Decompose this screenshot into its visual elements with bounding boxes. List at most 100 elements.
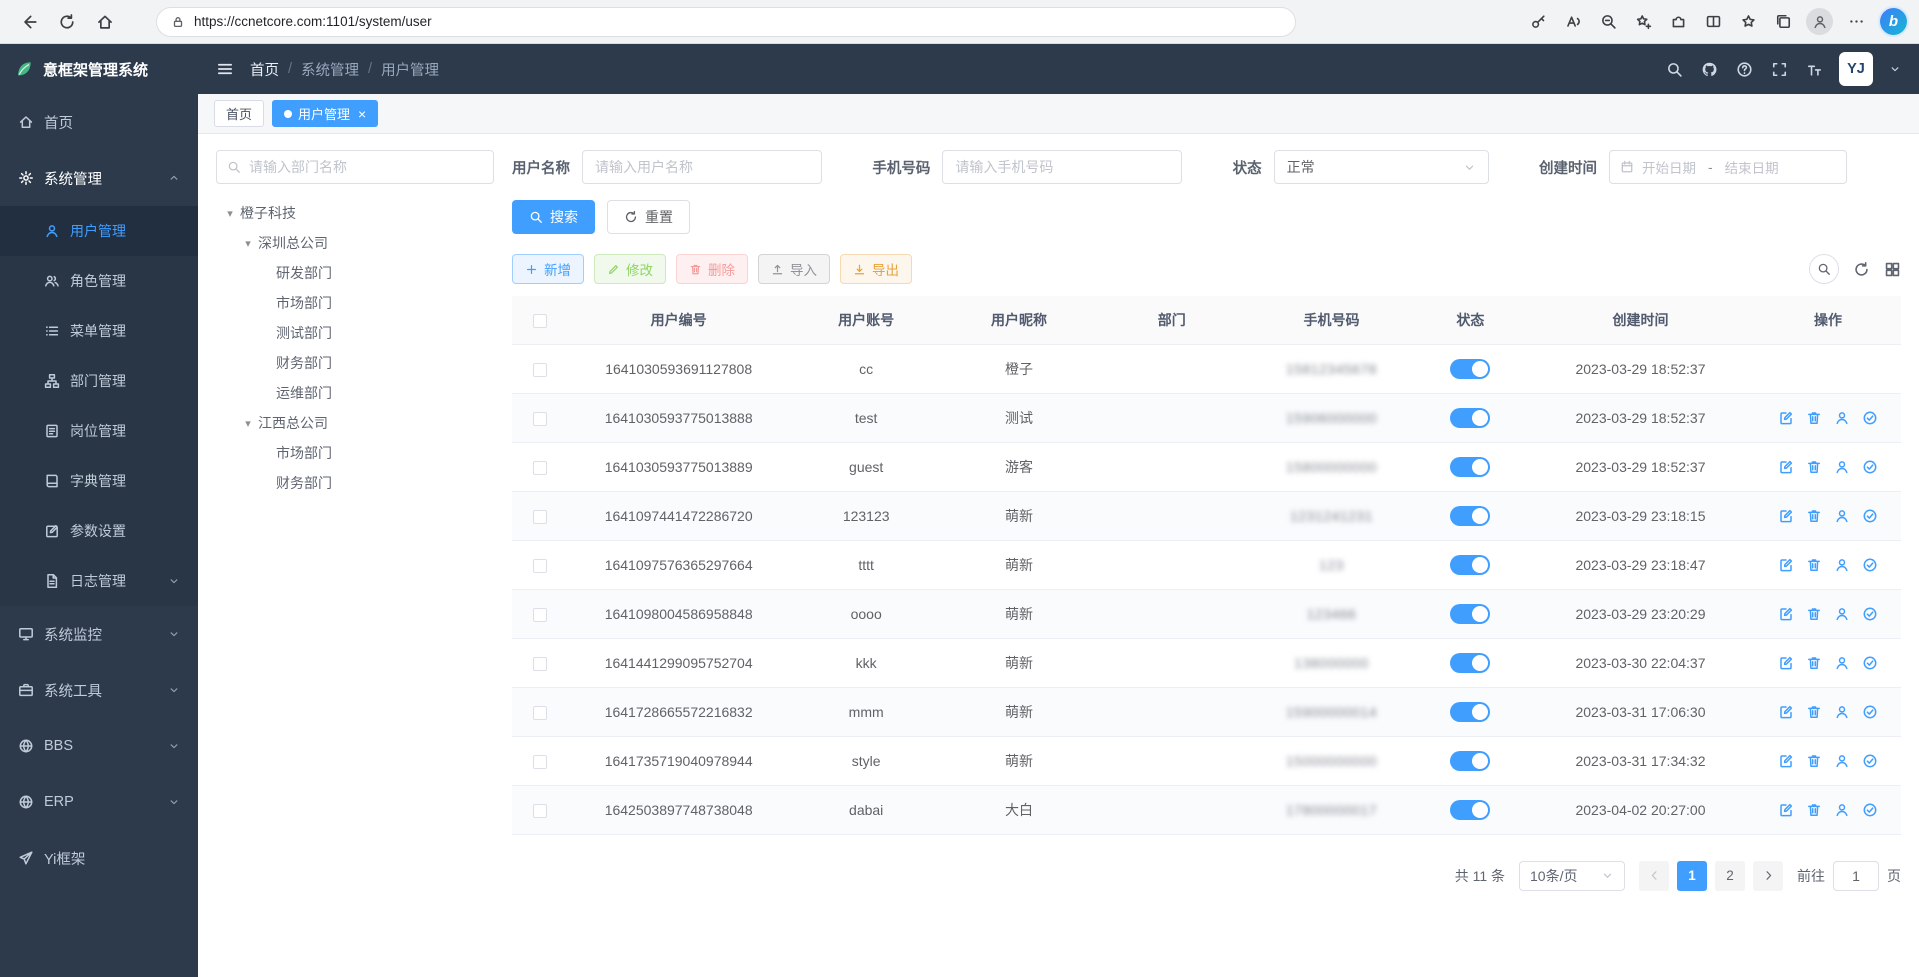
collections-icon[interactable]: [1768, 7, 1798, 37]
row-checkbox[interactable]: [533, 804, 547, 818]
status-toggle[interactable]: [1450, 604, 1490, 624]
assign-role-button[interactable]: [1862, 508, 1878, 524]
sidebar-item-home[interactable]: 首页: [0, 94, 198, 150]
reset-password-button[interactable]: [1834, 655, 1850, 671]
zoom-icon[interactable]: [1593, 7, 1623, 37]
breadcrumb-item[interactable]: 系统管理: [301, 59, 359, 80]
search-button[interactable]: 搜索: [512, 200, 595, 234]
delete-user-button[interactable]: [1806, 753, 1822, 769]
row-checkbox[interactable]: [533, 510, 547, 524]
sidebar-item-system-management[interactable]: 系统管理: [0, 150, 198, 206]
delete-user-button[interactable]: [1806, 508, 1822, 524]
sidebar-item-dept-management[interactable]: 部门管理: [0, 356, 198, 406]
row-checkbox[interactable]: [533, 706, 547, 720]
sidebar-item-menu-management[interactable]: 菜单管理: [0, 306, 198, 356]
edit-user-button[interactable]: [1778, 459, 1794, 475]
delete-user-button[interactable]: [1806, 655, 1822, 671]
reset-password-button[interactable]: [1834, 753, 1850, 769]
collapse-sidebar-icon[interactable]: [216, 60, 234, 78]
user-avatar[interactable]: YJ: [1839, 52, 1873, 86]
read-aloud-icon[interactable]: [1558, 7, 1588, 37]
edit-button[interactable]: 修改: [594, 254, 666, 284]
row-checkbox[interactable]: [533, 559, 547, 573]
sidebar-item-bbs[interactable]: BBS: [0, 718, 198, 774]
assign-role-button[interactable]: [1862, 606, 1878, 622]
font-size-icon[interactable]: [1806, 61, 1823, 78]
row-checkbox[interactable]: [533, 412, 547, 426]
reset-button[interactable]: 重置: [607, 200, 690, 234]
sidebar-item-dict-management[interactable]: 字典管理: [0, 456, 198, 506]
page-button-2[interactable]: 2: [1715, 861, 1745, 891]
fullscreen-icon[interactable]: [1771, 61, 1788, 78]
reset-password-button[interactable]: [1834, 704, 1850, 720]
tree-node[interactable]: ▾江西总公司: [216, 408, 494, 438]
copilot-icon[interactable]: b: [1880, 8, 1907, 35]
status-toggle[interactable]: [1450, 457, 1490, 477]
reset-password-button[interactable]: [1834, 508, 1850, 524]
assign-role-button[interactable]: [1862, 655, 1878, 671]
goto-page-input[interactable]: [1833, 861, 1879, 891]
edit-user-button[interactable]: [1778, 557, 1794, 573]
delete-user-button[interactable]: [1806, 410, 1822, 426]
tree-node[interactable]: 财务部门: [216, 348, 494, 378]
tree-node[interactable]: 市场部门: [216, 288, 494, 318]
edit-user-button[interactable]: [1778, 410, 1794, 426]
status-toggle[interactable]: [1450, 555, 1490, 575]
sidebar-item-user-management[interactable]: 用户管理: [0, 206, 198, 256]
delete-user-button[interactable]: [1806, 802, 1822, 818]
status-toggle[interactable]: [1450, 408, 1490, 428]
sidebar-item-system-monitor[interactable]: 系统监控: [0, 606, 198, 662]
edit-user-button[interactable]: [1778, 606, 1794, 622]
assign-role-button[interactable]: [1862, 704, 1878, 720]
edit-user-button[interactable]: [1778, 753, 1794, 769]
extensions-icon[interactable]: [1663, 7, 1693, 37]
status-toggle[interactable]: [1450, 800, 1490, 820]
edit-user-button[interactable]: [1778, 802, 1794, 818]
column-settings-button[interactable]: [1884, 261, 1901, 278]
breadcrumb-item[interactable]: 首页: [250, 59, 279, 80]
tree-expand-caret-icon[interactable]: ▾: [238, 237, 258, 250]
status-toggle[interactable]: [1450, 506, 1490, 526]
tab-close-icon[interactable]: ×: [358, 106, 366, 122]
add-button[interactable]: 新增: [512, 254, 584, 284]
help-icon[interactable]: [1736, 61, 1753, 78]
browser-back-button[interactable]: [12, 6, 46, 38]
reset-password-button[interactable]: [1834, 459, 1850, 475]
dept-search-input[interactable]: [249, 159, 483, 175]
status-toggle[interactable]: [1450, 653, 1490, 673]
browser-refresh-button[interactable]: [50, 6, 84, 38]
edit-user-button[interactable]: [1778, 655, 1794, 671]
browser-home-button[interactable]: [88, 6, 122, 38]
status-toggle[interactable]: [1450, 702, 1490, 722]
tree-node[interactable]: 财务部门: [216, 468, 494, 498]
favorite-add-icon[interactable]: [1628, 7, 1658, 37]
favorites-bar-icon[interactable]: [1733, 7, 1763, 37]
tree-node[interactable]: ▾橙子科技: [216, 198, 494, 228]
import-button[interactable]: 导入: [758, 254, 830, 284]
sidebar-item-erp[interactable]: ERP: [0, 774, 198, 830]
browser-profile-avatar[interactable]: [1806, 8, 1833, 35]
row-checkbox[interactable]: [533, 608, 547, 622]
username-input[interactable]: [582, 150, 822, 184]
user-menu-caret-icon[interactable]: [1889, 63, 1901, 75]
page-button-1[interactable]: 1: [1677, 861, 1707, 891]
tree-node[interactable]: 测试部门: [216, 318, 494, 348]
next-page-button[interactable]: [1753, 861, 1783, 891]
tree-expand-caret-icon[interactable]: ▾: [220, 207, 240, 220]
assign-role-button[interactable]: [1862, 753, 1878, 769]
password-icon[interactable]: [1523, 7, 1553, 37]
sidebar-item-role-management[interactable]: 角色管理: [0, 256, 198, 306]
search-icon[interactable]: [1666, 61, 1683, 78]
export-button[interactable]: 导出: [840, 254, 912, 284]
row-checkbox[interactable]: [533, 363, 547, 377]
edit-user-button[interactable]: [1778, 704, 1794, 720]
sidebar-item-param-settings[interactable]: 参数设置: [0, 506, 198, 556]
assign-role-button[interactable]: [1862, 459, 1878, 475]
split-screen-icon[interactable]: [1698, 7, 1728, 37]
prev-page-button[interactable]: [1639, 861, 1669, 891]
sidebar-item-yi-framework[interactable]: Yi框架: [0, 830, 198, 886]
address-bar[interactable]: https://ccnetcore.com:1101/system/user: [156, 7, 1296, 37]
phone-input[interactable]: [942, 150, 1182, 184]
status-toggle[interactable]: [1450, 751, 1490, 771]
more-icon[interactable]: [1841, 7, 1871, 37]
